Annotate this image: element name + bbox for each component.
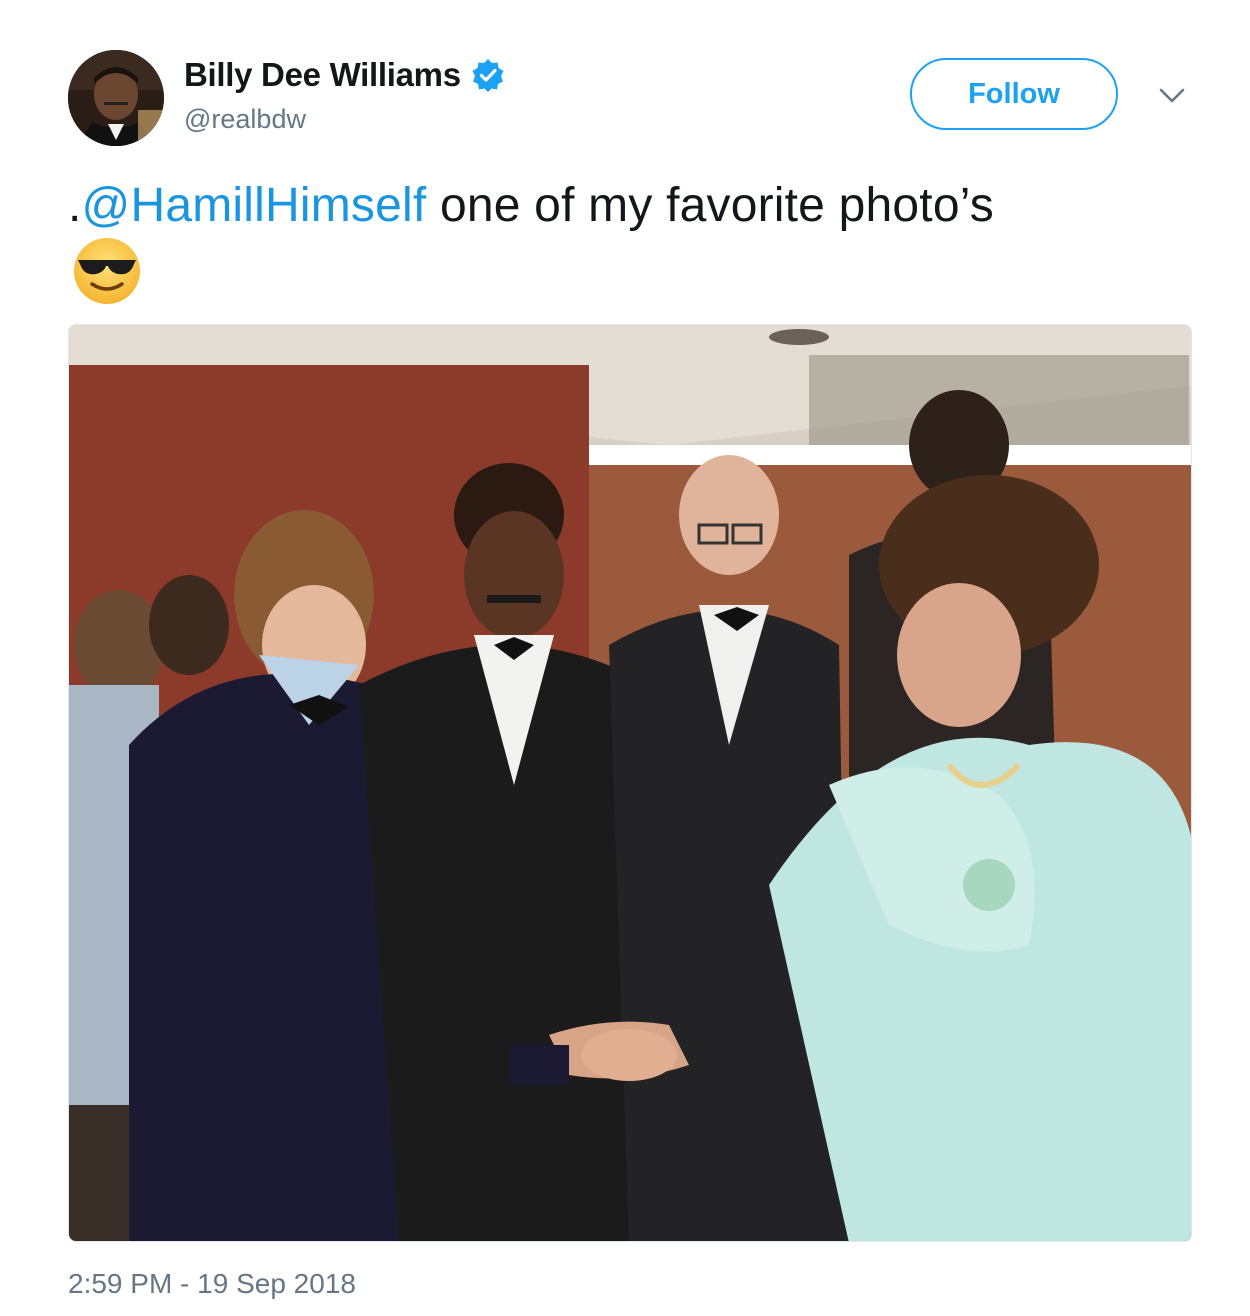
tweet-timestamp[interactable]: 2:59 PM - 19 Sep 2018 bbox=[68, 1268, 356, 1300]
sunglasses-emoji-icon bbox=[72, 236, 142, 306]
tweet-prefix: . bbox=[68, 179, 82, 232]
follow-button[interactable]: Follow bbox=[910, 58, 1118, 130]
mention-link[interactable]: @HamillHimself bbox=[82, 179, 427, 232]
author-handle[interactable]: @realbdw bbox=[184, 104, 306, 135]
tweet-text: .@HamillHimself one of my favorite photo… bbox=[68, 176, 1198, 236]
author-name-row[interactable]: Billy Dee Williams bbox=[184, 56, 505, 94]
tweet-photo[interactable] bbox=[68, 324, 1192, 1242]
author-display-name[interactable]: Billy Dee Williams bbox=[184, 56, 461, 94]
event-photo-icon bbox=[69, 325, 1191, 1241]
tweet-card: Billy Dee Williams @realbdw Follow .@Ham… bbox=[0, 0, 1250, 1316]
verified-badge-icon bbox=[471, 58, 505, 92]
chevron-down-icon[interactable] bbox=[1158, 86, 1186, 106]
tweet-body: one of my favorite photo’s bbox=[426, 179, 994, 232]
author-avatar[interactable] bbox=[68, 50, 164, 146]
profile-photo-icon bbox=[68, 50, 164, 146]
